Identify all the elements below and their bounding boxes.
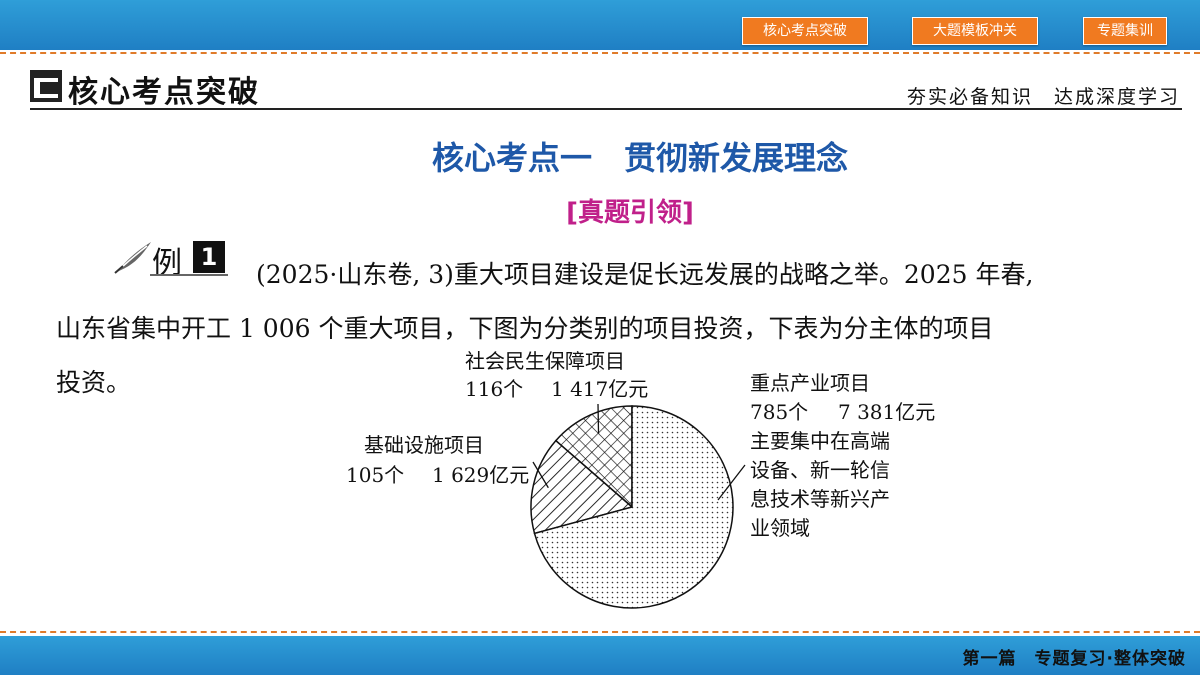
pie-slice-industry — [533, 405, 734, 609]
bottom-dashed-divider — [0, 631, 1200, 633]
section-motto: 夯实必备知识 达成深度学习 — [906, 86, 1180, 108]
top-dashed-divider — [0, 52, 1200, 54]
slice-note-line-4: 业领域 — [750, 516, 810, 540]
nav-button-template[interactable]: 大题模板冲关 — [912, 17, 1038, 45]
page-subheading: [真题引领] — [566, 198, 694, 228]
footer-label: 第一篇 专题复习·整体突破 — [962, 649, 1186, 669]
pie-slice-infrastructure — [530, 439, 634, 535]
slice-note-line-2: 设备、新一轮信 — [750, 458, 890, 482]
slice-label-infra-value: 1 629亿元 — [432, 463, 529, 487]
question-line-2: 山东省集中开工 1 006 个重大项目，下图为分类别的项目投资，下表为分主体的项… — [56, 314, 994, 343]
slice-note-line-1: 主要集中在高端 — [750, 429, 890, 453]
section-title: 核心考点突破 — [68, 75, 260, 110]
pie-slice-social — [554, 405, 633, 509]
leader-line-industry — [717, 464, 746, 501]
slice-label-infra-name: 基础设施项目 — [364, 433, 484, 457]
slice-label-infra-count: 105个 — [346, 463, 404, 487]
question-line-1: (2025·山东卷, 3)重大项目建设是促长远发展的战略之举。2025 年春, — [256, 260, 1034, 289]
section-underline — [30, 108, 1182, 110]
leader-line-infra — [532, 461, 549, 489]
nav-button-training[interactable]: 专题集训 — [1083, 17, 1167, 45]
page-heading: 核心考点一 贯彻新发展理念 — [431, 139, 848, 177]
slice-note-line-3: 息技术等新兴产 — [750, 487, 890, 511]
nav-button-core-points[interactable]: 核心考点突破 — [742, 17, 868, 45]
section-square-icon — [30, 70, 62, 102]
question-text: (2025·山东卷, 3)重大项目建设是促长远发展的战略之举。2025 年春, … — [56, 248, 1156, 410]
question-line-3: 投资。 — [56, 368, 132, 397]
